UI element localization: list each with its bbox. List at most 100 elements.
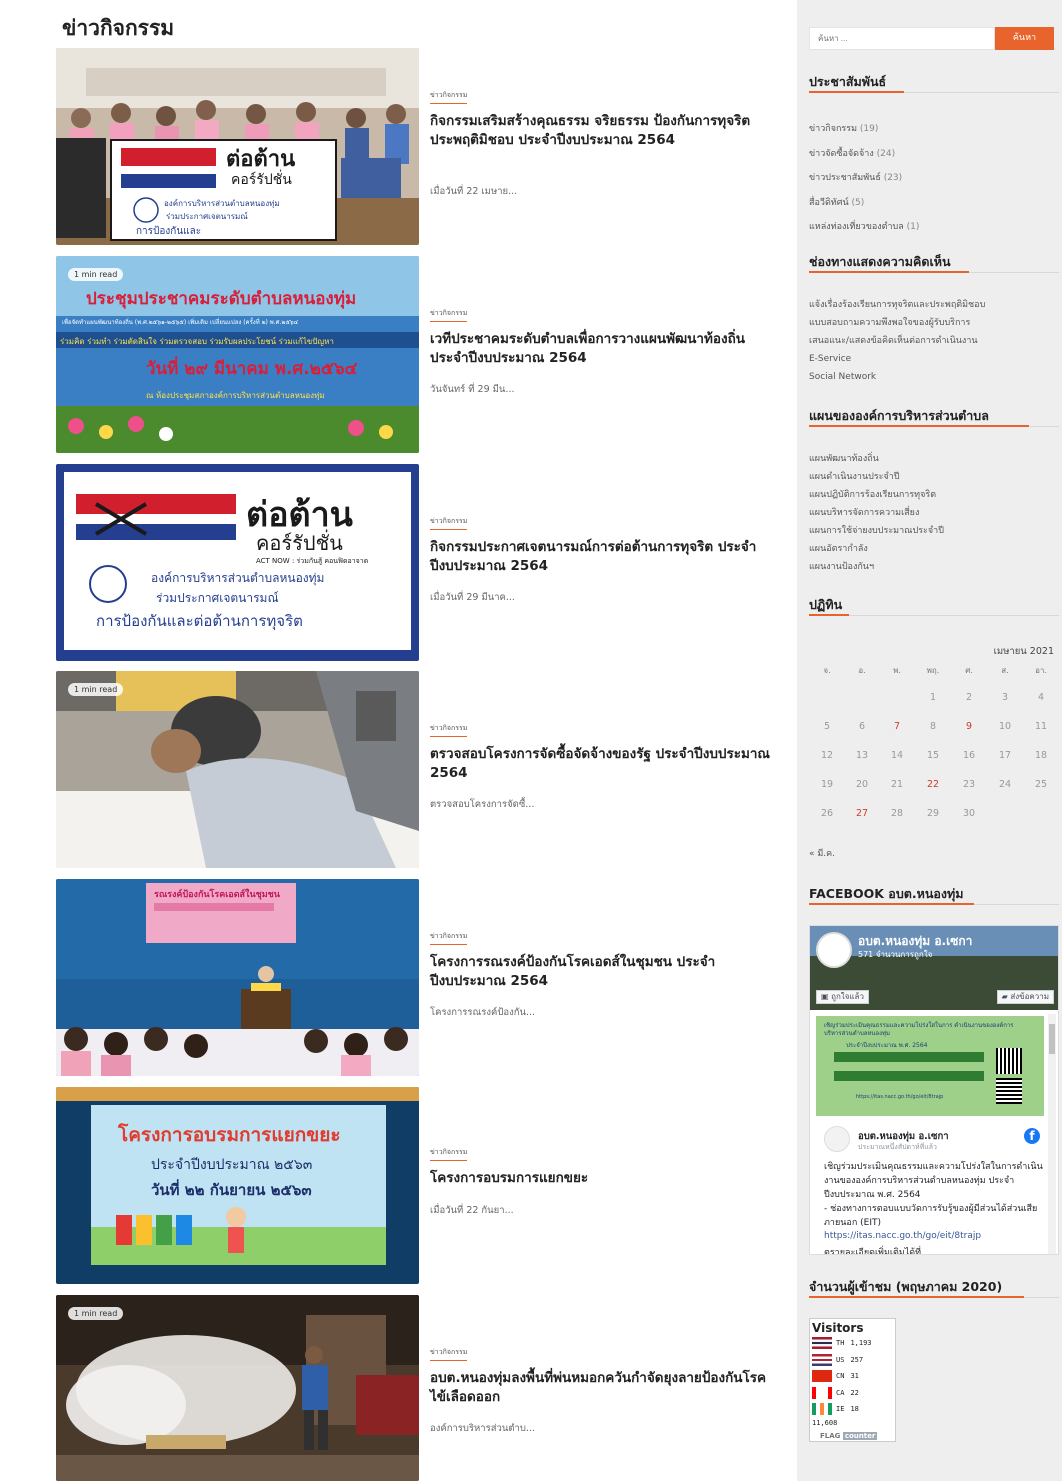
calendar-day: 14 [890, 750, 904, 761]
calendar-prev-link[interactable]: « มี.ค. [809, 846, 835, 860]
facebook-post-image[interactable]: เชิญร่วมประเมินคุณธรรมและความโปร่งใสในกา… [816, 1016, 1044, 1116]
category-link[interactable]: แหล่งท่องเที่ยวของตำบล (1) [809, 215, 919, 240]
feedback-link[interactable]: แจ้งเรื่องร้องเรียนการทุจริตและประพฤติมิ… [809, 296, 985, 314]
post-thumbnail[interactable]: ต่อต้าน คอร์รัปชั่น ACT NOW : ร่วมกันสู้… [56, 464, 419, 661]
banner-text: การป้องกันและต่อต้านการทุจริต [96, 612, 303, 631]
calendar-day: 12 [820, 750, 834, 761]
facebook-scrollbar[interactable] [1048, 1014, 1056, 1254]
post-card: 1 min read ข่าวกิจกรรม ตรวจสอบโครงการจัด… [56, 671, 776, 868]
post-category[interactable]: ข่าวกิจกรรม [430, 1147, 468, 1161]
search-input[interactable] [809, 27, 995, 50]
plan-link[interactable]: แผนการใช้จ่ายงบประมาณประจำปี [809, 522, 944, 540]
post-category[interactable]: ข่าวกิจกรรม [430, 90, 468, 104]
qr-code-icon [996, 1078, 1022, 1104]
post-link[interactable]: https://itas.nacc.go.th/go/eit/8trajp [824, 1231, 981, 1241]
visitor-country-row: US 257 [812, 1353, 863, 1366]
post-thumbnail[interactable]: ประชุมประชาคมระดับตำบลหนองทุ่ม เพื่อจัดท… [56, 256, 419, 453]
calendar-day: 19 [820, 779, 834, 790]
search-button[interactable]: ค้นหา [995, 27, 1054, 50]
calendar-day: 23 [962, 779, 976, 790]
calendar-day[interactable]: 22 [915, 779, 951, 790]
calendar-day: 21 [890, 779, 904, 790]
facebook-icon[interactable]: f [1024, 1128, 1040, 1144]
thumbs-up-icon: ▣ [821, 992, 829, 1001]
country-code: IE [836, 1405, 845, 1413]
calendar-week-row: 19 20 21 22 23 24 25 [809, 779, 1059, 799]
calendar-day: 11 [1034, 721, 1048, 732]
category-link[interactable]: สื่อวีดิทัศน์ (5) [809, 191, 919, 216]
country-count: 1,193 [850, 1339, 872, 1347]
category-link[interactable]: ข่าวประชาสัมพันธ์ (23) [809, 166, 919, 191]
post-thumbnail[interactable]: 1 min read [56, 1295, 419, 1481]
post-excerpt: วันจันทร์ ที่ 29 มีน... [430, 384, 515, 395]
banner-text: วันที่ ๒๒ กันยายน ๒๕๖๓ [151, 1179, 312, 1199]
country-flag-icon [812, 1403, 832, 1415]
calendar-day: 17 [998, 750, 1012, 761]
feedback-link[interactable]: E-Service [809, 350, 985, 368]
plan-link[interactable]: แผนดำเนินงานประจำปี [809, 468, 944, 486]
post-category[interactable]: ข่าวกิจกรรม [430, 723, 468, 737]
calendar-day[interactable]: 9 [951, 721, 987, 732]
post-thumbnail[interactable]: โครงการอบรมการแยกขยะ ประจำปีงบประมาณ ๒๕๖… [56, 1087, 419, 1284]
post-thumbnail[interactable]: 1 min read [56, 671, 419, 868]
post-thumbnail[interactable]: รณรงค์ป้องกันโรคเอดส์ในชุมชน [56, 879, 419, 1076]
plan-link-list: แผนพัฒนาท้องถิ่น แผนดำเนินงานประจำปี แผน… [809, 450, 944, 576]
plan-link[interactable]: แผนพัฒนาท้องถิ่น [809, 450, 944, 468]
calendar-day: 18 [1034, 750, 1048, 761]
post-title[interactable]: อบต.หนองทุ่มลงพื้นที่พ่นหมอกควันกำจัดยุง… [430, 1369, 770, 1407]
banner-text: ACT NOW : ร่วมกันสู้ คอนฟิดอาจาด [256, 557, 368, 565]
calendar-day: 13 [855, 750, 869, 761]
category-link[interactable]: ข่าวจัดซื้อจัดจ้าง (24) [809, 142, 919, 167]
banner-text: องค์การบริหารส่วนตำบลหนองทุ่ม [151, 571, 324, 586]
calendar-day: 29 [926, 808, 940, 819]
post-category[interactable]: ข่าวกิจกรรม [430, 308, 468, 322]
post-title[interactable]: โครงการอบรมการแยกขยะ [430, 1169, 770, 1188]
post-excerpt: เมื่อวันที่ 22 เมษาย... [430, 186, 518, 197]
visitor-country-row: IE 18 [812, 1403, 859, 1415]
plan-link[interactable]: แผนปฏิบัติการร้องเรียนการทุจริต [809, 486, 944, 504]
calendar-day: 15 [926, 750, 940, 761]
widget-title-feedback: ช่องทางแสดงความคิดเห็น [809, 252, 1059, 273]
post-title[interactable]: ตรวจสอบโครงการจัดซื้อจัดจ้างของรัฐ ประจำ… [430, 745, 770, 783]
category-link[interactable]: ข่าวกิจกรรม (19) [809, 117, 919, 142]
post-time: ประมาณหนึ่งสัปดาห์ที่แล้ว [858, 1143, 937, 1151]
read-time-badge: 1 min read [68, 683, 124, 696]
calendar-day: 25 [1034, 779, 1048, 790]
banner-text: ประชุมประชาคมระดับตำบลหนองทุ่ม [86, 289, 356, 309]
calendar-day[interactable]: 27 [844, 808, 880, 819]
post-excerpt: ตรวจสอบโครงการจัดซื้... [430, 799, 535, 810]
post-title[interactable]: โครงการรณรงค์ป้องกันโรคเอดส์ในชุมชน ประจ… [430, 953, 770, 991]
post-thumbnail[interactable]: ต่อต้าน คอร์รัปชั่น องค์การบริหารส่วนตำบ… [56, 48, 419, 245]
plan-link[interactable]: แผนบริหารจัดการความเสี่ยง [809, 504, 944, 522]
poster-link: https://itas.nacc.go.th/go/eit/8trajp [856, 1094, 944, 1100]
post-title[interactable]: กิจกรรมเสริมสร้างคุณธรรม จริยธรรม ป้องกั… [430, 112, 770, 150]
visitor-country-row: TH 1,193 [812, 1337, 872, 1349]
post-author-avatar [824, 1126, 850, 1152]
plan-link[interactable]: แผนงานป้องกันฯ [809, 558, 944, 576]
feedback-link[interactable]: เสนอแนะ/แสดงข้อคิดเห็นต่อการดำเนินงาน [809, 332, 985, 350]
calendar-weekday: ส. [1001, 666, 1009, 675]
calendar-week-row: 26 27 28 29 30 [809, 808, 1059, 828]
flag-counter-logo: FLAG counter [820, 1432, 878, 1440]
calendar-caption: เมษายน 2021 [993, 646, 1054, 657]
calendar-weekday: อ. [858, 666, 866, 675]
calendar-day: 6 [858, 721, 866, 732]
banner-text: ร่วมประกาศเจตนารมณ์ [166, 211, 248, 221]
facebook-page-plugin[interactable]: อบต.หนองทุ่ม อ.เซกา 571 จำนวนการถูกใจ ▣ … [809, 925, 1059, 1255]
message-button[interactable]: ▰ ส่งข้อความ [996, 990, 1054, 1004]
country-code: CA [836, 1388, 845, 1397]
sidebar: ค้นหา ประชาสัมพันธ์ ข่าวกิจกรรม (19) ข่า… [797, 0, 1062, 1481]
post-title[interactable]: เวทีประชาคมระดับตำบลเพื่อการวางแผนพัฒนาท… [430, 330, 770, 368]
calendar-weekday: พฤ. [926, 666, 940, 675]
feedback-link[interactable]: Social Network [809, 368, 985, 386]
post-card: ต่อต้าน คอร์รัปชั่น องค์การบริหารส่วนตำบ… [56, 48, 776, 245]
post-category[interactable]: ข่าวกิจกรรม [430, 931, 468, 945]
calendar-day[interactable]: 7 [879, 721, 915, 732]
plan-link[interactable]: แผนอัตรากำลัง [809, 540, 944, 558]
flag-counter[interactable]: Visitors TH 1,193 US 257 CN 31 CA 22 IE 18 11,608… [809, 1318, 896, 1442]
like-button[interactable]: ▣ ถูกใจแล้ว [816, 990, 869, 1004]
post-category[interactable]: ข่าวกิจกรรม [430, 516, 468, 530]
post-category[interactable]: ข่าวกิจกรรม [430, 1347, 468, 1361]
post-title[interactable]: กิจกรรมประกาศเจตนารมณ์การต่อต้านการทุจริ… [430, 538, 770, 576]
feedback-link[interactable]: แบบสอบถามความพึงพอใจของผู้รับบริการ [809, 314, 985, 332]
